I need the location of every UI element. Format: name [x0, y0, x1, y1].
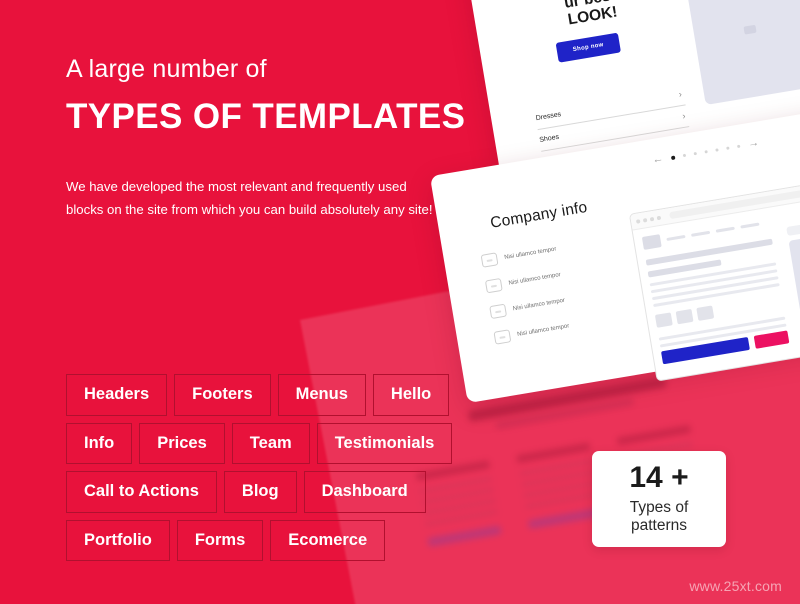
- shop-link-label: Shoes: [538, 133, 560, 144]
- tag-row: Info Prices Team Testimonials: [66, 422, 466, 464]
- tag-row: Call to Actions Blog Dashboard: [66, 471, 466, 513]
- browser-dot-icon: [642, 217, 648, 223]
- tag-row: Portfolio Forms Ecomerce: [66, 519, 466, 561]
- watermark: www.25xt.com: [689, 578, 782, 594]
- template-tag-list: Headers Footers Menus Hello Info Prices …: [66, 374, 466, 568]
- tag-testimonials[interactable]: Testimonials: [316, 422, 453, 464]
- carousel-dot[interactable]: [715, 148, 719, 152]
- shop-card-heading: ur best LOOK!: [524, 0, 658, 36]
- browser-dot-icon: [656, 215, 662, 220]
- arrow-right-icon[interactable]: →: [747, 137, 760, 151]
- hero-eyebrow: A large number of: [66, 55, 267, 83]
- tag-blog[interactable]: Blog: [223, 471, 297, 513]
- shop-link-label: Dresses: [535, 111, 562, 123]
- arrow-left-icon[interactable]: ←: [651, 153, 664, 167]
- tag-portfolio[interactable]: Portfolio: [66, 519, 170, 561]
- tag-call-to-actions[interactable]: Call to Actions: [66, 471, 217, 513]
- browser-dot-icon: [649, 216, 655, 221]
- tag-ecomerce[interactable]: Ecomerce: [270, 519, 386, 561]
- tag-menus[interactable]: Menus: [277, 374, 366, 416]
- badge-caption-line-2: patterns: [630, 517, 687, 534]
- browser-image-placeholder: [788, 226, 800, 348]
- carousel-dot[interactable]: [736, 144, 741, 149]
- shop-now-button[interactable]: Shop now: [555, 32, 622, 63]
- hero-copy: A large number of TYPES OF TEMPLATES We …: [66, 55, 466, 222]
- checkbox-label: Nisi ullamco tempor: [512, 297, 566, 312]
- blurred-card-column: [516, 442, 603, 530]
- tag-footers[interactable]: Footers: [174, 374, 271, 416]
- carousel-control: ← →: [651, 137, 760, 167]
- checkbox-label: Nisi ullamco tempor: [508, 271, 562, 287]
- tag-hello[interactable]: Hello: [372, 374, 450, 416]
- page-title: TYPES OF TEMPLATES: [66, 96, 466, 136]
- carousel-dot[interactable]: [693, 151, 698, 156]
- tag-prices[interactable]: Prices: [139, 422, 225, 464]
- pattern-count-badge: 14 + Types of patterns: [592, 451, 726, 547]
- carousel-dot-active[interactable]: [670, 155, 676, 160]
- tag-team[interactable]: Team: [231, 422, 310, 464]
- image-placeholder-icon: [743, 24, 757, 35]
- company-info-mockup-card: ← → Company info Nisi ullamco tempor Nis…: [429, 106, 800, 404]
- company-info-checkbox-list: Nisi ullamco tempor Nisi ullamco tempor …: [480, 231, 641, 358]
- tag-row: Headers Footers Menus Hello: [66, 374, 466, 416]
- tag-dashboard[interactable]: Dashboard: [303, 471, 426, 513]
- carousel-dot[interactable]: [704, 150, 708, 154]
- tag-forms[interactable]: Forms: [176, 519, 264, 561]
- carousel-dot[interactable]: [726, 146, 730, 150]
- shop-product-tile: [683, 0, 800, 106]
- company-info-title: Company info: [489, 198, 589, 232]
- checkbox-icon[interactable]: [480, 252, 499, 268]
- poster-canvas: ur best LOOK! Shop now Dresses › Shoes ›…: [0, 0, 800, 604]
- badge-caption-line-1: Types of: [629, 498, 689, 516]
- browser-text-block: [645, 238, 790, 365]
- blurred-card-subtitle: [495, 398, 635, 430]
- browser-dot-icon: [635, 218, 641, 224]
- browser-window-mockup: [628, 172, 800, 382]
- checkbox-icon[interactable]: [484, 277, 503, 294]
- carousel-dot[interactable]: [682, 153, 687, 158]
- checkbox-icon[interactable]: [493, 329, 512, 345]
- logo-placeholder-icon: [641, 234, 662, 250]
- hero-description: We have developed the most relevant and …: [66, 179, 433, 217]
- badge-number: 14 +: [629, 460, 689, 494]
- tag-info[interactable]: Info: [66, 422, 133, 464]
- chevron-right-icon: ›: [677, 88, 683, 100]
- carousel-dots: [670, 144, 741, 160]
- checkbox-label: Nisi ullamco tempor: [516, 322, 570, 338]
- checkbox-icon[interactable]: [489, 303, 508, 320]
- badge-caption: Types of patterns: [630, 499, 689, 536]
- tag-headers[interactable]: Headers: [66, 374, 168, 416]
- checkbox-label: Nisi ullamco tempor: [503, 245, 557, 261]
- chevron-right-icon: ›: [681, 110, 687, 121]
- secondary-button-placeholder[interactable]: [753, 330, 790, 349]
